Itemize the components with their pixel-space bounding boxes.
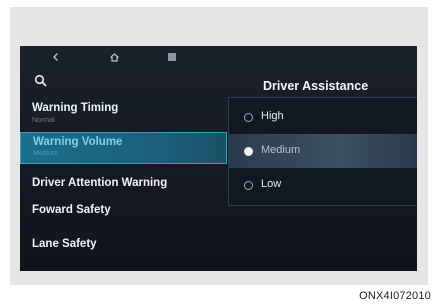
sidebar-item-foward-safety[interactable]: Foward Safety: [20, 200, 225, 232]
sidebar-item-label: Warning Timing: [32, 102, 119, 114]
top-bar: [20, 46, 417, 68]
panel-title: Driver Assistance: [263, 79, 369, 93]
sidebar-item-value: Normal: [32, 117, 55, 124]
sidebar-item-warning-timing[interactable]: Warning Timing Normal: [20, 98, 225, 130]
sidebar-item-label: Driver Attention Warning: [32, 177, 168, 189]
home-button[interactable]: [106, 49, 122, 65]
option-label: High: [261, 110, 284, 122]
search-button[interactable]: [34, 74, 48, 88]
home-icon: [109, 52, 119, 62]
option-medium[interactable]: Medium: [229, 134, 417, 168]
radio-button[interactable]: [244, 181, 253, 190]
option-high[interactable]: High: [229, 100, 417, 134]
image-caption: ONX4I072010: [359, 290, 431, 302]
search-icon: [34, 74, 47, 87]
infotainment-screen: Warning Timing Normal Warning Volume Med…: [20, 46, 417, 271]
sidebar-item-label: Warning Volume: [33, 136, 123, 148]
volume-options-list: High Medium Low: [228, 97, 417, 206]
menu-icon: [168, 53, 176, 61]
sidebar-item-lane-safety[interactable]: Lane Safety: [20, 234, 225, 266]
option-label: Medium: [261, 144, 301, 156]
radio-button[interactable]: [244, 113, 253, 122]
back-button[interactable]: [48, 49, 64, 65]
sidebar-item-value: Medium: [33, 150, 58, 157]
option-low[interactable]: Low: [229, 168, 417, 202]
option-label: Low: [261, 178, 282, 190]
menu-button[interactable]: [164, 49, 180, 65]
sidebar-item-label: Foward Safety: [32, 204, 111, 216]
back-arrow-icon: [53, 53, 58, 61]
sidebar-item-warning-volume[interactable]: Warning Volume Medium: [20, 132, 227, 164]
settings-sidebar: Warning Timing Normal Warning Volume Med…: [20, 98, 227, 271]
sidebar-item-label: Lane Safety: [32, 238, 97, 250]
radio-button-selected[interactable]: [244, 147, 253, 156]
